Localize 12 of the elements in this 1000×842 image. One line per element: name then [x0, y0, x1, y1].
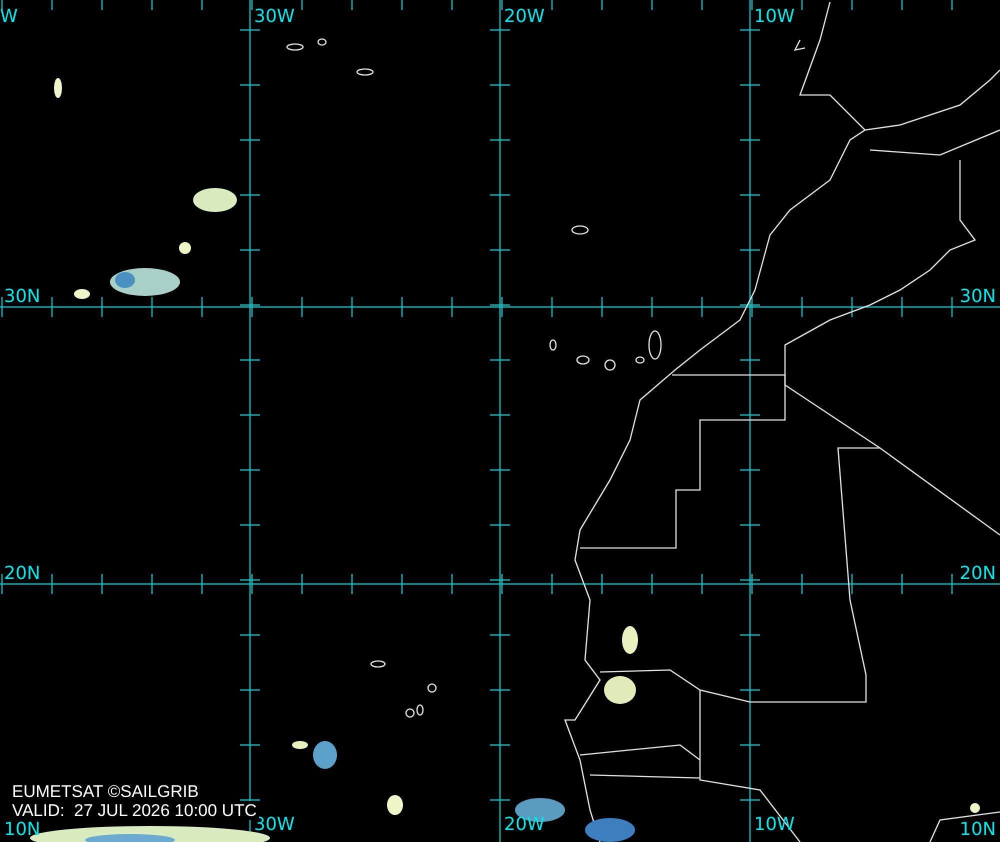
- longitude-label: 30W: [254, 7, 295, 27]
- latitude-label: 30N: [960, 287, 996, 307]
- latitude-label: 10N: [4, 820, 40, 840]
- valid-time: VALID: 27 JUL 2026 10:00 UTC: [10, 801, 259, 820]
- longitude-label: W: [0, 7, 18, 27]
- longitude-label: 10W: [754, 7, 795, 27]
- latitude-label: 10N: [960, 820, 996, 840]
- latitude-label: 20N: [4, 564, 40, 584]
- longitude-label: 20W: [504, 815, 545, 835]
- longitude-label: 20W: [504, 7, 545, 27]
- latitude-label: 30N: [4, 287, 40, 307]
- latitude-label: 20N: [960, 564, 996, 584]
